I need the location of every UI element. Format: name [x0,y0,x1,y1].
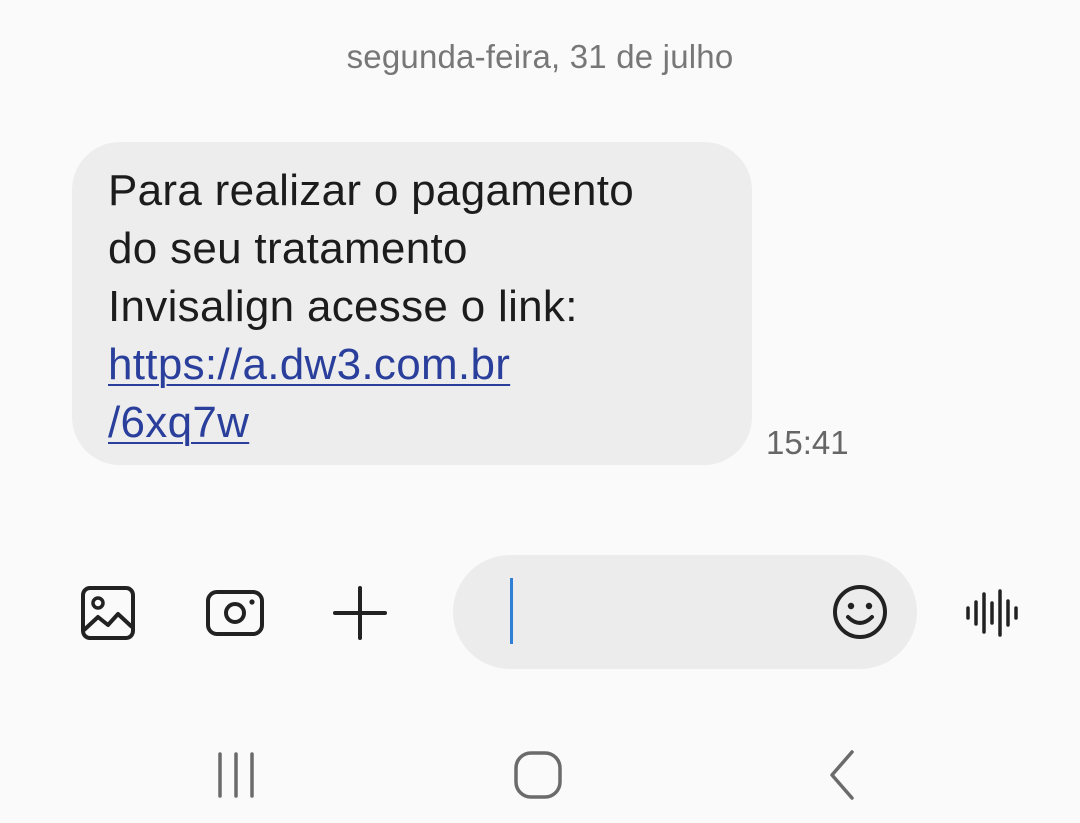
home-icon [514,751,562,799]
plus-icon [333,586,387,640]
recent-apps-button[interactable] [201,745,271,805]
message-input[interactable] [517,577,821,649]
camera-button[interactable] [205,583,265,643]
gallery-button[interactable] [78,583,138,643]
system-navigation-bar [0,735,1080,815]
voice-record-button[interactable] [962,583,1022,643]
camera-icon [206,590,264,636]
message-input-field[interactable] [453,555,917,669]
message-text-line: do seu tratamento [108,224,468,273]
voice-waveform-icon [966,589,1018,637]
recent-apps-icon [218,752,254,798]
message-timestamp: 15:41 [766,424,849,461]
message-link-line[interactable]: /6xq7w [108,394,722,452]
message-link-line[interactable]: https://a.dw3.com.br [108,336,722,394]
message-text-line: Para realizar o pagamento [108,166,635,215]
message-text: Para realizar o pagamento do seu tratame… [108,162,722,336]
date-header: segunda-feira, 31 de julho [346,38,734,75]
home-button[interactable] [503,745,573,805]
received-message-bubble[interactable]: Para realizar o pagamento do seu tratame… [72,142,752,465]
text-caret [510,578,513,644]
back-button[interactable] [807,745,877,805]
message-text-line: Invisalign acesse o link: [108,282,578,331]
messages-screen: segunda-feira, 31 de julho Para realizar… [0,0,1080,823]
back-icon [830,750,854,800]
add-attachment-button[interactable] [330,583,390,643]
message-composer [0,555,1080,670]
gallery-icon [81,586,135,640]
emoji-button[interactable] [830,582,890,642]
message-link[interactable]: https://a.dw3.com.br /6xq7w [108,336,722,452]
emoji-icon [833,585,887,639]
